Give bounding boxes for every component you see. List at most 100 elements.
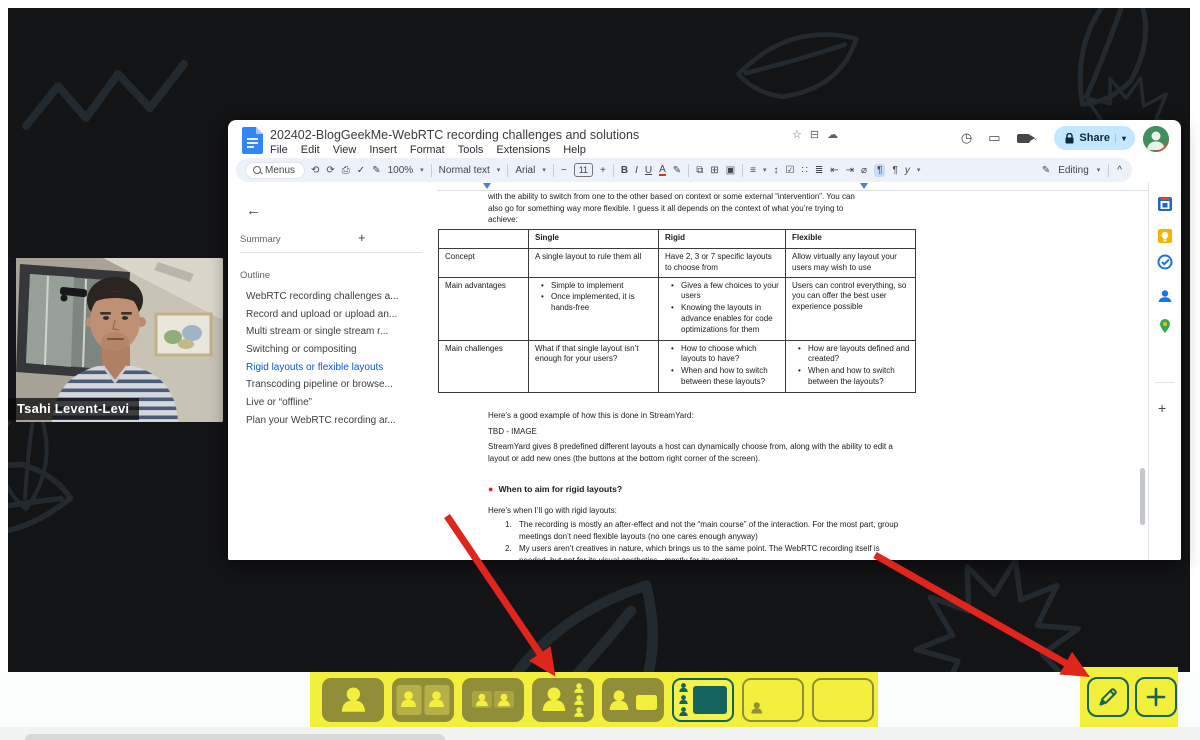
outline-item[interactable]: Switching or compositing [246, 341, 430, 359]
document-canvas[interactable]: with the ability to switch from one to t… [437, 182, 1148, 560]
insert-image-button[interactable]: ▣ [726, 165, 735, 176]
bulleted-list-button[interactable]: ∷ [802, 165, 808, 176]
table-header-flexible: Flexible [785, 229, 916, 249]
table-cell: Allow virtually any layout your users ma… [785, 248, 916, 278]
title-action-icons[interactable]: ☆⊟☁ [792, 128, 846, 141]
outline-item-active[interactable]: –Rigid layouts or flexible layouts [246, 359, 430, 377]
star-icon[interactable]: ☆ [792, 129, 810, 141]
toolbar-separator [552, 163, 554, 177]
ltr-direction-button[interactable]: ¶ [874, 163, 886, 177]
font-size-field[interactable]: 11 [573, 163, 594, 177]
paint-format-button[interactable]: ✎ [372, 165, 380, 176]
menu-file[interactable]: File [270, 144, 288, 156]
outline-item[interactable]: Multi stream or single stream r... [246, 323, 430, 341]
menu-insert[interactable]: Insert [369, 144, 397, 156]
menu-tools[interactable]: Tools [458, 144, 484, 156]
menu-format[interactable]: Format [410, 144, 445, 156]
meet-call-button[interactable]: ⌄ [1016, 133, 1038, 143]
layout-button-solo[interactable] [322, 677, 384, 722]
move-folder-icon[interactable]: ⊟ [810, 129, 827, 141]
bullet-item: Simple to implement [535, 281, 653, 292]
contacts-icon[interactable] [1157, 288, 1173, 304]
get-addons-button[interactable]: + [1158, 400, 1166, 416]
outline-item[interactable]: Plan your WebRTC recording ar... [246, 412, 430, 430]
clear-formatting-button[interactable]: ⌀ [861, 165, 867, 176]
doc-paragraph: TBD - IMAGE [488, 427, 537, 436]
outline-item[interactable]: WebRTC recording challenges a... [246, 288, 430, 306]
styles-select[interactable]: Normal text [439, 165, 490, 176]
menu-view[interactable]: View [333, 144, 357, 156]
underline-button[interactable]: U [645, 165, 652, 176]
table-cell: Simple to implement Once implemented, it… [528, 276, 659, 341]
checklist-button[interactable]: ☑ [786, 165, 795, 176]
increase-font-button[interactable]: + [600, 165, 606, 176]
pen-caret-icon: ▾ [916, 167, 921, 174]
layout-button-screen-share[interactable] [602, 677, 664, 722]
add-summary-button[interactable]: + [358, 230, 366, 245]
indent-marker-right-icon[interactable] [860, 183, 868, 189]
line-spacing-button[interactable]: ↕ [774, 165, 779, 176]
spotlight-strip-layout-icon [542, 682, 584, 717]
document-title[interactable]: 202402-BlogGeekMe-WebRTC recording chall… [270, 128, 639, 142]
participant-name-tag: Tsahi Levent-Levi [8, 398, 140, 420]
align-button[interactable]: ≡ [750, 165, 756, 176]
doc-paragraph-intro: with the ability to switch from one to t… [488, 192, 855, 224]
insert-link-button[interactable]: ⧉ [696, 165, 703, 176]
editing-mode-pencil-icon: ✎ [1041, 164, 1051, 176]
comments-icon[interactable]: ▭ [988, 130, 1000, 146]
undo-button[interactable]: ⟲ [311, 165, 319, 176]
numbered-list-button[interactable]: ≣ [815, 165, 823, 176]
version-history-icon[interactable]: ◷ [961, 130, 972, 146]
list-item: The recording is mostly an after-effect … [505, 519, 899, 541]
maps-icon[interactable] [1157, 318, 1173, 334]
layout-button-picture-in-picture[interactable] [742, 677, 804, 722]
edit-layout-button[interactable] [1087, 677, 1129, 717]
layout-button-content-left-selected[interactable] [672, 677, 734, 722]
layout-button-full-screen[interactable] [812, 677, 874, 722]
spellcheck-button[interactable]: ✓ [357, 165, 365, 176]
share-dropdown-icon[interactable]: ▾ [1114, 133, 1126, 143]
highlight-color-button[interactable]: ✎ [673, 165, 681, 176]
tasks-icon[interactable] [1157, 254, 1173, 270]
indent-marker-left-icon[interactable] [483, 183, 491, 189]
share-button[interactable]: Share ▾ [1054, 126, 1135, 150]
layout-button-grid[interactable] [462, 677, 524, 722]
decrease-font-button[interactable]: − [561, 165, 567, 176]
italic-button[interactable]: I [635, 165, 638, 176]
participant-video-tile[interactable]: Tsahi Levent-Levi [8, 258, 223, 422]
keep-notes-icon[interactable] [1157, 228, 1173, 244]
calendar-icon[interactable] [1157, 196, 1173, 212]
outline-item[interactable]: Transcoding pipeline or browse... [246, 376, 430, 394]
table-cell: How are layouts defined and created? Whe… [785, 339, 916, 393]
redo-button[interactable]: ⟳ [326, 165, 334, 176]
menu-edit[interactable]: Edit [301, 144, 320, 156]
close-outline-icon[interactable]: ← [246, 202, 261, 219]
text-color-button[interactable]: A [659, 164, 666, 176]
hide-menus-button[interactable]: ^ [1117, 165, 1122, 176]
font-select[interactable]: Arial [515, 165, 535, 176]
align-caret-icon: ▾ [763, 167, 767, 174]
bullet-item: When and how to switch between the layou… [792, 366, 910, 388]
table-header-rigid: Rigid [658, 229, 786, 249]
add-comment-button[interactable]: ⊞ [710, 165, 718, 176]
layout-button-spotlight-strip[interactable] [532, 677, 594, 722]
layout-actions-highlight [1080, 667, 1178, 727]
menu-help[interactable]: Help [563, 144, 586, 156]
print-button[interactable]: ⎙ [342, 165, 350, 176]
outline-item[interactable]: Record and upload or upload an... [246, 306, 430, 324]
add-layout-button[interactable] [1135, 677, 1177, 717]
zoom-select[interactable]: 100% [388, 165, 414, 176]
account-avatar[interactable] [1143, 126, 1169, 152]
menu-extensions[interactable]: Extensions [496, 144, 550, 156]
pen-tool-button[interactable]: y [905, 165, 910, 176]
increase-indent-button[interactable]: ⇥ [846, 165, 854, 176]
layout-button-two-up[interactable] [392, 677, 454, 722]
bold-button[interactable]: B [621, 165, 628, 176]
editing-mode-select[interactable]: Editing [1058, 165, 1089, 176]
outline-item[interactable]: Live or “offline” [246, 394, 430, 412]
decrease-indent-button[interactable]: ⇤ [830, 165, 838, 176]
scrollbar-thumb[interactable] [1140, 468, 1145, 525]
menus-search-button[interactable]: Menus [246, 162, 305, 178]
rtl-direction-button[interactable]: ¶ [892, 165, 897, 176]
doc-paragraph: StreamYard gives 8 predefined different … [488, 442, 893, 463]
